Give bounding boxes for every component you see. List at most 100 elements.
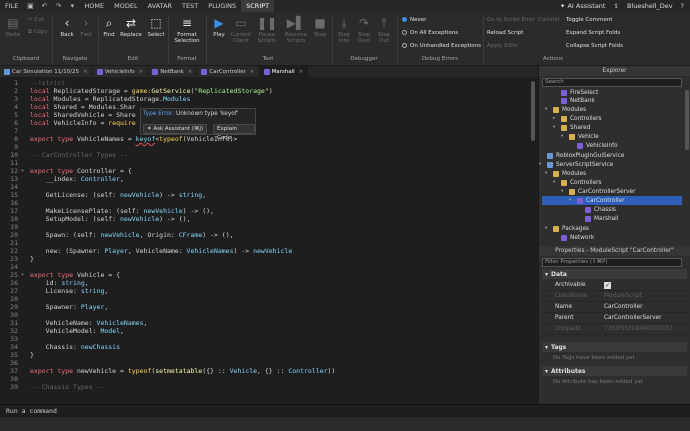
chevron-down-icon[interactable]: ▾ bbox=[553, 180, 558, 185]
explorer-scrollbar[interactable] bbox=[685, 90, 689, 150]
tags-section-header[interactable]: ▾ Tags bbox=[542, 342, 687, 352]
tree-item[interactable]: Chassis bbox=[577, 205, 616, 214]
commit-button[interactable]: Commit bbox=[538, 17, 560, 23]
tree-item[interactable]: ▸ Controllers bbox=[553, 114, 602, 123]
tree-item-selected[interactable]: ▾ CarController bbox=[542, 196, 682, 205]
menu-avatar[interactable]: AVATAR bbox=[143, 0, 177, 12]
expand-folds-button[interactable]: Expand Script Folds bbox=[566, 30, 620, 36]
tab-label: Car Simulation 11/10/25 bbox=[12, 68, 79, 75]
tree-item[interactable]: Network bbox=[553, 233, 594, 242]
fold-arrow-icon[interactable]: ▾ bbox=[21, 168, 24, 174]
apply-edits-button[interactable]: Apply Edits bbox=[487, 43, 518, 49]
fold-arrow-icon[interactable]: ▾ bbox=[21, 272, 24, 278]
find-button[interactable]: ⌕ Find bbox=[101, 16, 117, 38]
menu-plugins[interactable]: PLUGINS bbox=[203, 0, 241, 12]
close-icon[interactable]: × bbox=[188, 69, 193, 75]
tab-vehicleinfo[interactable]: VehicleInfo × bbox=[92, 66, 149, 77]
tree-item[interactable]: ▾ Packages bbox=[545, 224, 589, 233]
ai-assistant-button[interactable]: ✦ AI Assistant bbox=[560, 2, 606, 10]
explorer-search-input[interactable]: Search bbox=[542, 78, 682, 87]
debug-all-exceptions-option[interactable]: On All Exceptions bbox=[402, 30, 458, 36]
property-row[interactable]: Name CarController bbox=[542, 302, 687, 313]
chevron-down-icon[interactable]: ▾ bbox=[539, 162, 544, 167]
property-row[interactable]: Archivable ✓ bbox=[542, 280, 687, 291]
chevron-down-icon[interactable]: ▾ bbox=[553, 125, 558, 130]
reload-script-button[interactable]: Reload Script bbox=[487, 30, 523, 36]
explain-code-button[interactable]: Explain Code bbox=[213, 124, 255, 141]
replace-button[interactable]: ⇄ Replace bbox=[119, 16, 143, 38]
tree-item[interactable]: ▾ CarControllerServer bbox=[561, 187, 636, 196]
tab-marshall[interactable]: Marshall × bbox=[259, 66, 309, 77]
save-icon[interactable]: ▣ bbox=[23, 0, 37, 12]
close-icon[interactable]: × bbox=[299, 69, 304, 75]
tree-item[interactable]: ▾ ServerScriptService bbox=[539, 160, 613, 169]
close-icon[interactable]: × bbox=[250, 69, 255, 75]
user-name[interactable]: Blueshell_Dev bbox=[627, 2, 673, 10]
property-row[interactable]: Parent CarControllerServer bbox=[542, 313, 687, 324]
property-value[interactable]: CarControllerServer bbox=[604, 315, 662, 321]
chevron-down-icon[interactable]: ▾ bbox=[561, 134, 566, 139]
debug-never-option[interactable]: Never bbox=[402, 17, 426, 23]
undo-icon[interactable]: ↶ bbox=[37, 0, 51, 12]
cut-button[interactable]: ✂ Cut bbox=[28, 17, 44, 23]
chevron-down-icon[interactable]: ▾ bbox=[545, 107, 550, 112]
tree-item[interactable]: ▾ Shared bbox=[553, 123, 590, 132]
property-value[interactable]: CarController bbox=[604, 304, 643, 310]
properties-filter-input[interactable]: Filter Properties (⇧⌘P) bbox=[542, 258, 682, 267]
back-button[interactable]: ‹ Back bbox=[58, 16, 76, 38]
toggle-comment-button[interactable]: Toggle Comment bbox=[566, 17, 612, 23]
format-selection-button[interactable]: ≡ Format Selection bbox=[172, 16, 202, 44]
copy-button[interactable]: ⧉ Copy bbox=[28, 29, 48, 36]
code-editor[interactable]: 1 --!strict 2 local ReplicatedStorage = … bbox=[0, 77, 538, 404]
command-bar-input[interactable]: Run a command bbox=[0, 404, 690, 416]
forward-button[interactable]: › Fwd bbox=[78, 16, 94, 38]
resume-scripts-button[interactable]: ▶▌ Resume Scripts bbox=[283, 16, 309, 44]
tree-item[interactable]: Marshall bbox=[577, 214, 618, 223]
tree-item[interactable]: ▾ Vehicle bbox=[561, 132, 599, 141]
chevron-down-icon[interactable]: ▾ bbox=[545, 226, 550, 231]
tree-item[interactable]: ▾ Modules bbox=[545, 105, 586, 114]
select-button[interactable]: ⬚ Select bbox=[146, 16, 166, 38]
menu-test[interactable]: TEST bbox=[177, 0, 203, 12]
play-button[interactable]: ▶ Play bbox=[210, 16, 228, 38]
close-icon[interactable]: × bbox=[83, 69, 88, 75]
menu-model[interactable]: MODEL bbox=[109, 0, 142, 12]
tree-item[interactable]: ▾ Modules bbox=[545, 169, 586, 178]
paste-button[interactable]: ▤ Paste bbox=[6, 16, 21, 38]
dropdown-icon[interactable]: ▾ bbox=[65, 0, 79, 12]
step-into-button[interactable]: ⤓ Step Into bbox=[336, 16, 352, 44]
ask-assistant-button[interactable]: ✦ Ask Assistant (⌘J) bbox=[143, 124, 208, 134]
chevron-right-icon[interactable]: ▸ bbox=[553, 116, 558, 121]
step-out-button[interactable]: ⤒ Step Out bbox=[376, 16, 392, 44]
tree-item[interactable]: ▾ Controllers bbox=[553, 178, 602, 187]
help-icon[interactable]: ? bbox=[681, 2, 684, 10]
attributes-section-header[interactable]: ▾ Attributes bbox=[542, 366, 687, 376]
tree-item[interactable]: VehicleInfo bbox=[569, 141, 618, 150]
step-over-button[interactable]: ↷ Step Over bbox=[356, 16, 372, 44]
tab-car-simulation[interactable]: Car Simulation 11/10/25 × bbox=[0, 66, 93, 77]
redo-icon[interactable]: ↷ bbox=[51, 0, 65, 12]
tab-carcontroller[interactable]: CarController × bbox=[197, 66, 260, 77]
data-section-header[interactable]: ▾ Data bbox=[542, 269, 687, 279]
menu-home[interactable]: HOME bbox=[79, 0, 109, 12]
editor-scrollbar[interactable] bbox=[531, 81, 535, 141]
menu-file[interactable]: FILE bbox=[0, 0, 23, 12]
tree-item[interactable]: NetBank bbox=[553, 96, 595, 105]
archivable-checkbox[interactable]: ✓ bbox=[604, 281, 611, 289]
close-icon[interactable]: × bbox=[139, 69, 144, 75]
folder-icon bbox=[553, 170, 559, 177]
tree-item[interactable]: RobloxPluginGuiService bbox=[539, 151, 624, 160]
stop-button[interactable]: ■ Stop bbox=[312, 16, 328, 38]
current-client-button[interactable]: ▭ Current Client bbox=[230, 16, 252, 44]
code-line: VehicleName: VehicleNames, bbox=[30, 319, 148, 327]
chevron-down-icon[interactable]: ▾ bbox=[569, 198, 574, 203]
pause-scripts-button[interactable]: ❚❚ Pause Scripts bbox=[256, 16, 278, 44]
collapse-folds-button[interactable]: Collapse Script Folds bbox=[566, 43, 623, 49]
chevron-down-icon[interactable]: ▾ bbox=[561, 189, 566, 194]
share-icon[interactable]: ⇪ bbox=[613, 2, 618, 10]
chevron-down-icon[interactable]: ▾ bbox=[545, 171, 550, 176]
menu-script[interactable]: SCRIPT bbox=[241, 0, 275, 12]
go-to-script-error-button[interactable]: Go to Script Error bbox=[487, 17, 535, 23]
debug-unhandled-option[interactable]: On Unhandled Exceptions bbox=[402, 43, 481, 49]
tab-netbank[interactable]: NetBank × bbox=[148, 66, 198, 77]
